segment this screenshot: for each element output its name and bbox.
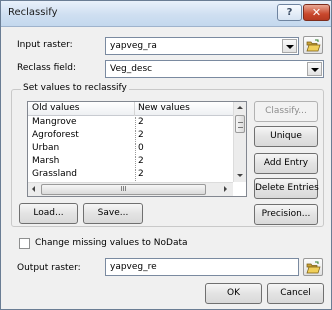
- old-value-cell: Grassland: [32, 169, 77, 179]
- output-raster-field[interactable]: yapveg_re: [105, 258, 299, 276]
- new-value-cell[interactable]: 2: [135, 130, 144, 142]
- chevron-down-icon[interactable]: [282, 39, 297, 53]
- new-value-cell[interactable]: 0: [135, 143, 144, 155]
- folder-open-icon: [306, 261, 321, 274]
- new-value-cell[interactable]: 2: [135, 117, 144, 129]
- window-title: Reclassify: [8, 7, 58, 18]
- precision-button[interactable]: Precision...: [254, 204, 318, 225]
- help-button[interactable]: ?: [277, 4, 302, 21]
- column-header-new[interactable]: New values: [138, 103, 190, 113]
- cancel-button[interactable]: Cancel: [267, 283, 324, 304]
- delete-entries-button[interactable]: Delete Entries: [254, 178, 319, 199]
- scroll-down-icon[interactable]: [234, 170, 246, 182]
- folder-open-icon: [306, 39, 321, 52]
- load-button[interactable]: Load...: [19, 203, 78, 224]
- output-raster-value: yapveg_re: [110, 262, 157, 272]
- vertical-scroll-thumb[interactable]: [235, 115, 245, 133]
- new-value-cell[interactable]: 2: [135, 169, 144, 181]
- horizontal-scroll-thumb[interactable]: III: [41, 184, 206, 195]
- reclass-field-combo[interactable]: Veg_desc: [105, 60, 324, 78]
- horizontal-scrollbar[interactable]: III: [28, 182, 233, 196]
- add-entry-button[interactable]: Add Entry: [254, 153, 318, 174]
- browse-input-button[interactable]: [303, 36, 323, 54]
- column-divider[interactable]: [134, 102, 135, 116]
- title-bar: Reclassify ? ✕: [1, 1, 331, 27]
- input-raster-combo[interactable]: yapveg_ra: [105, 37, 299, 55]
- reclass-values-group-title: Set values to reclassify: [21, 83, 129, 93]
- nodata-checkbox[interactable]: [19, 238, 30, 249]
- table-row[interactable]: Urban 0: [28, 143, 233, 155]
- reclass-field-label: Reclass field:: [17, 63, 77, 73]
- table-row[interactable]: Marsh 2: [28, 156, 233, 168]
- nodata-label[interactable]: Change missing values to NoData: [35, 238, 188, 248]
- new-value-cell[interactable]: 2: [135, 156, 144, 168]
- table-row[interactable]: Agroforest 2: [28, 130, 233, 142]
- table-header: Old values New values: [28, 102, 233, 116]
- unique-button[interactable]: Unique: [254, 126, 318, 147]
- scroll-left-icon[interactable]: [28, 183, 40, 196]
- input-raster-label: Input raster:: [17, 40, 73, 50]
- output-raster-label: Output raster:: [17, 263, 81, 273]
- old-value-cell: Agroforest: [32, 130, 79, 140]
- vertical-scrollbar[interactable]: [233, 102, 246, 182]
- old-value-cell: Marsh: [32, 156, 60, 166]
- scroll-right-icon[interactable]: [220, 183, 232, 196]
- old-value-cell: Urban: [32, 143, 60, 153]
- classify-button[interactable]: Classify...: [254, 101, 318, 122]
- close-button[interactable]: ✕: [303, 4, 330, 21]
- scroll-up-icon[interactable]: [234, 102, 246, 114]
- browse-output-button[interactable]: [303, 258, 323, 276]
- table-row[interactable]: Grassland 2: [28, 169, 233, 181]
- column-header-old[interactable]: Old values: [32, 103, 79, 113]
- chevron-down-icon[interactable]: [307, 62, 322, 76]
- table-row[interactable]: Mangrove 2: [28, 117, 233, 129]
- reclass-field-value: Veg_desc: [110, 64, 153, 74]
- ok-button[interactable]: OK: [205, 283, 262, 304]
- input-raster-value: yapveg_ra: [110, 41, 157, 51]
- save-button[interactable]: Save...: [83, 203, 143, 224]
- reclass-table[interactable]: Old values New values Mangrove 2 Agrofor…: [27, 101, 247, 197]
- old-value-cell: Mangrove: [32, 117, 77, 127]
- reclassify-dialog: Reclassify ? ✕ Input raster: yapveg_ra R…: [0, 0, 332, 310]
